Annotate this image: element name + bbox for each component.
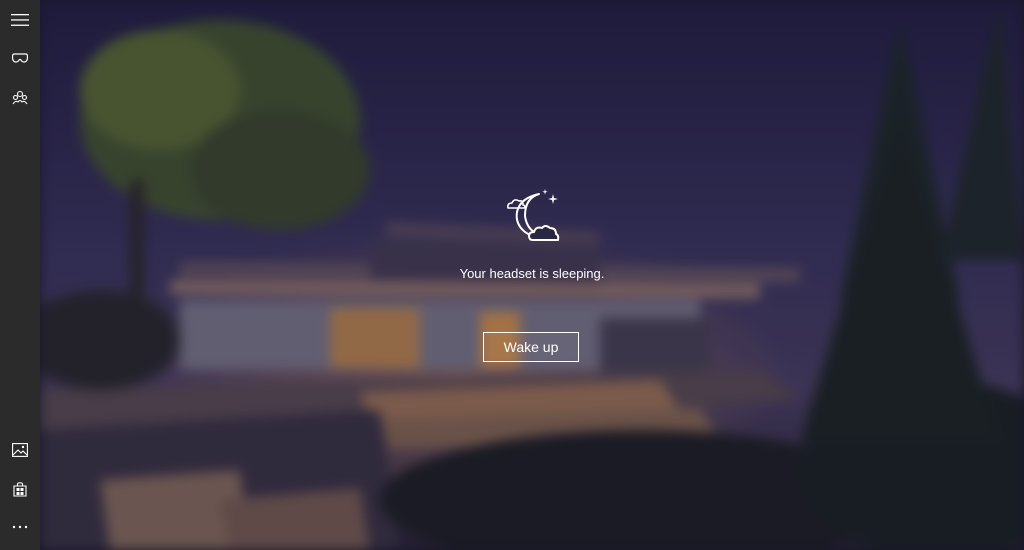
wake-up-button[interactable]: Wake up bbox=[483, 332, 579, 362]
photos-nav-button[interactable] bbox=[0, 432, 40, 468]
hamburger-menu-icon bbox=[11, 14, 29, 26]
image-icon bbox=[12, 443, 28, 457]
mixed-reality-headset-icon bbox=[12, 53, 28, 63]
store-icon bbox=[13, 481, 27, 497]
mixed-reality-portal-window: Your headset is sleeping. Wake up bbox=[0, 0, 1024, 550]
sleep-status-panel: Your headset is sleeping. Wake up bbox=[40, 0, 1024, 550]
people-nav-button[interactable] bbox=[0, 80, 40, 116]
headset-nav-button[interactable] bbox=[0, 40, 40, 76]
people-icon bbox=[12, 90, 28, 105]
headset-sleeping-text: Your headset is sleeping. bbox=[459, 266, 605, 281]
store-nav-button[interactable] bbox=[0, 471, 40, 507]
more-nav-button[interactable] bbox=[0, 509, 40, 545]
moon-cloud-icon bbox=[507, 189, 560, 241]
more-icon bbox=[12, 525, 28, 529]
hamburger-menu-button[interactable] bbox=[0, 2, 40, 38]
sidebar bbox=[0, 0, 40, 550]
